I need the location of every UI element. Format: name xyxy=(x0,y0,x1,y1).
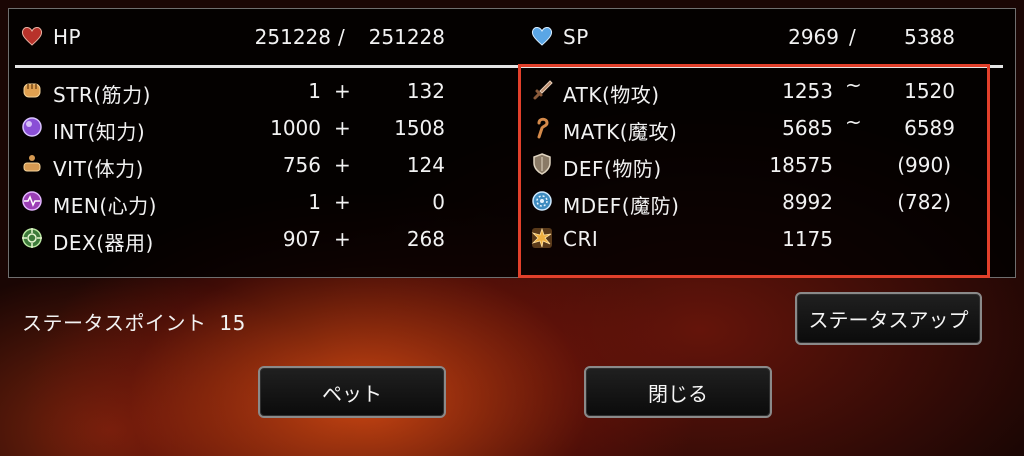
sp-current: 2969 xyxy=(788,25,839,49)
hp-current: 251228 xyxy=(254,25,331,49)
stat-label: DEX(器用) xyxy=(53,231,154,255)
stat-base: 1 xyxy=(308,190,321,214)
hp-separator: / xyxy=(338,25,345,49)
stat-bonus: 1508 xyxy=(394,116,445,140)
stat-label: STR(筋力) xyxy=(53,83,151,107)
highlight-box xyxy=(518,64,990,278)
stat-op: + xyxy=(334,190,351,214)
stat-bonus: 0 xyxy=(432,190,445,214)
stat-bonus: 132 xyxy=(406,79,445,103)
stat-bonus: 268 xyxy=(406,227,445,251)
stat-op: + xyxy=(334,153,351,177)
stat-op: + xyxy=(334,116,351,140)
blue-heart-icon xyxy=(531,27,553,46)
stat-op: + xyxy=(334,227,351,251)
status-up-button[interactable]: ステータスアップ xyxy=(795,292,982,345)
hp-label: HP xyxy=(53,25,82,49)
status-points-label: ステータスポイント xyxy=(22,311,207,335)
sp-separator: / xyxy=(849,25,856,49)
body-icon xyxy=(23,155,41,172)
sp-label: SP xyxy=(563,25,589,49)
status-points: ステータスポイント 15 xyxy=(22,307,246,336)
heart-icon xyxy=(21,27,43,46)
stat-label: INT(知力) xyxy=(53,120,146,144)
stat-bonus: 124 xyxy=(406,153,445,177)
crosshair-icon xyxy=(22,228,42,248)
stat-base: 907 xyxy=(282,227,321,251)
status-points-value: 15 xyxy=(219,311,246,335)
resource-row: HP 251228 / 251228 SP 2969 / 5388 xyxy=(9,9,1015,63)
stat-op: + xyxy=(334,79,351,103)
stat-base: 1 xyxy=(308,79,321,103)
stat-base: 756 xyxy=(282,153,321,177)
stat-label: VIT(体力) xyxy=(53,157,144,181)
stat-base: 1000 xyxy=(270,116,321,140)
close-button[interactable]: 閉じる xyxy=(584,366,772,418)
stat-label: MEN(心力) xyxy=(53,194,157,218)
hp-max: 251228 xyxy=(368,25,445,49)
status-panel: HP 251228 / 251228 SP 2969 / 5388 STR(筋力… xyxy=(8,8,1016,278)
pet-button[interactable]: ペット xyxy=(258,366,446,418)
sp-max: 5388 xyxy=(904,25,955,49)
orb-icon xyxy=(22,117,42,137)
fist-icon xyxy=(23,83,41,98)
heartbeat-icon xyxy=(22,191,42,211)
